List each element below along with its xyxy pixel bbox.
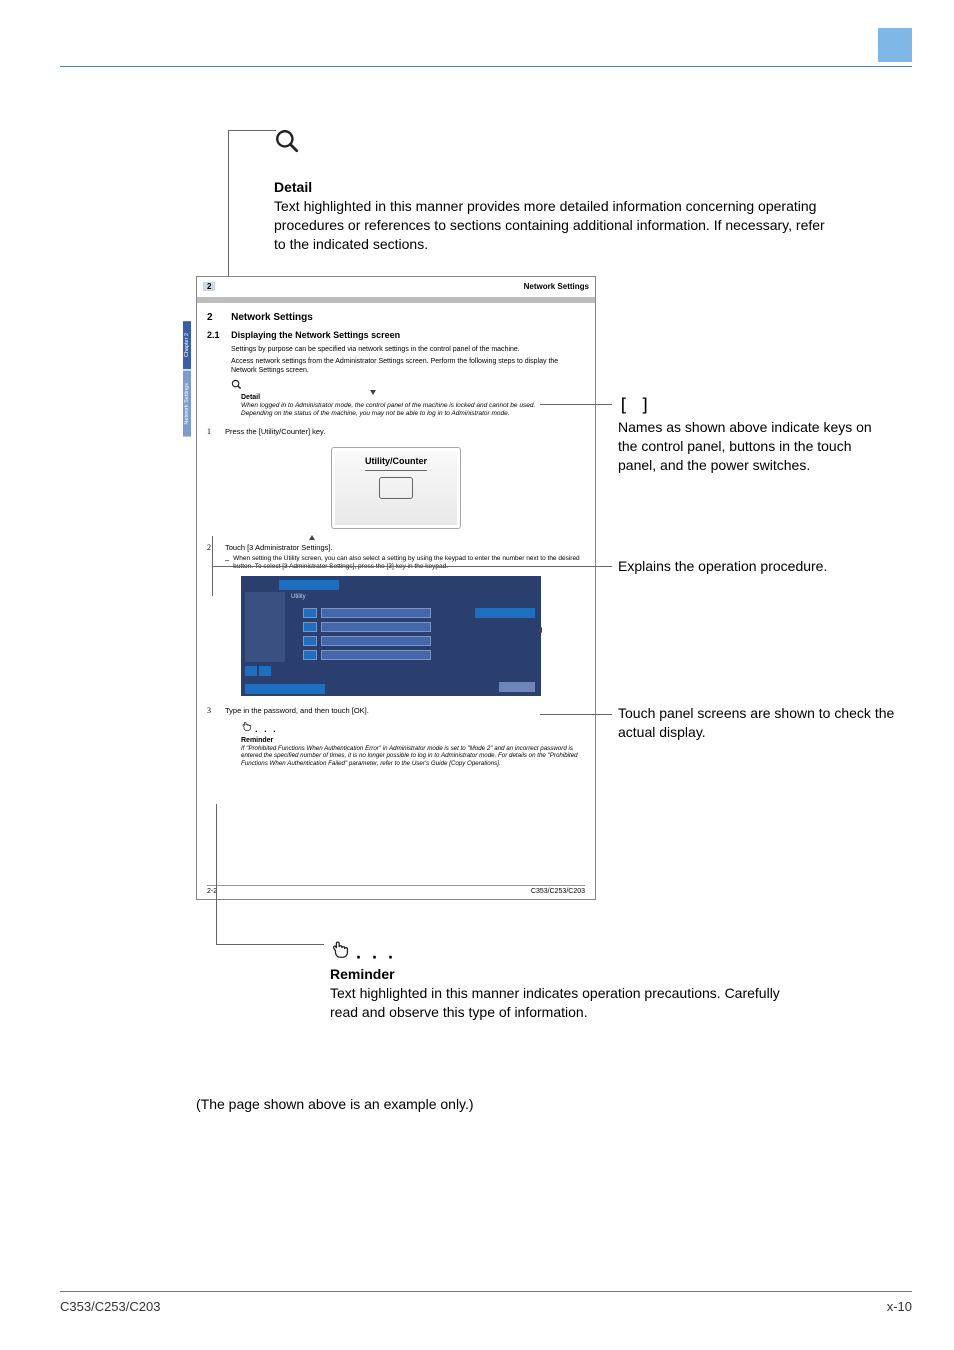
tp-pager (245, 666, 271, 676)
tp-joblist-tab (279, 580, 339, 590)
header-rule (60, 66, 912, 67)
magnifier-icon (274, 128, 300, 159)
magnifier-icon (231, 379, 585, 393)
key-label: Utility/Counter (365, 456, 427, 471)
tp-num-button (303, 636, 317, 646)
connector-line (540, 404, 612, 405)
utility-counter-key: Utility/Counter (331, 447, 461, 529)
reminder-title: Reminder (330, 965, 810, 984)
step-subtext: When setting the Utility screen, you can… (233, 555, 585, 572)
ellipsis-icon: . . . (356, 943, 396, 963)
connector-line (212, 566, 612, 567)
tp-menu-button (321, 650, 431, 660)
tp-banner-button (475, 608, 535, 618)
annotation-keys: [ ] Names as shown above indicate keys o… (618, 394, 888, 475)
footer-page: x-10 (887, 1299, 912, 1314)
tp-utility-label: Utility (291, 594, 306, 602)
key-shape (379, 477, 413, 499)
annotation-text: Names as shown above indicate keys on th… (618, 419, 872, 473)
side-tabs: Chapter 2 Network Settings (183, 321, 196, 439)
page-corner-decoration (878, 28, 912, 62)
step-text-main: Touch [3 Administrator Settings]. (225, 543, 333, 552)
connector-line (216, 804, 217, 944)
hand-icon (241, 725, 255, 734)
annotation-procedure: Explains the operation procedure. (618, 557, 898, 576)
figure-reminder-block: . . . Reminder If "Prohibited Functions … (241, 720, 585, 767)
annotation-touchpanel: Touch panel screens are shown to check t… (618, 704, 898, 742)
footer-model: C353/C253/C203 (60, 1299, 160, 1314)
section-title: Network Settings (231, 312, 313, 323)
section-number: 2 (207, 311, 229, 324)
step-text: Press the [Utility/Counter] key. (225, 427, 585, 437)
tp-datetime (245, 684, 325, 694)
figure-model: C353/C253/C203 (531, 888, 585, 895)
side-tab: Chapter 2 (183, 321, 191, 369)
tp-menu-button (321, 636, 431, 646)
reminder-body: Text highlighted in this manner indicate… (330, 984, 810, 1022)
step-number: 1 (207, 427, 225, 437)
annotation-text: Touch panel screens are shown to check t… (618, 705, 894, 740)
figure-reminder-title: Reminder (241, 736, 585, 745)
figure-header-num: 2 (203, 282, 215, 291)
tp-side-panel (245, 592, 285, 662)
arrow-down-icon (370, 390, 376, 395)
figure-footer: 2-2 C353/C253/C203 (207, 885, 585, 895)
bracket-symbol: [ ] (618, 395, 651, 416)
tp-num-button (303, 650, 317, 660)
step-number: 3 (207, 706, 225, 716)
detail-body: Text highlighted in this manner provides… (274, 197, 834, 254)
subsection-number: 2.1 (207, 330, 229, 342)
tp-num-button (303, 608, 317, 618)
detail-callout: Detail Text highlighted in this manner p… (274, 150, 834, 254)
figure-detail-line: When logged in to Administrator mode, th… (241, 402, 585, 410)
hand-icon (330, 938, 352, 965)
step-text: Type in the password, and then touch [OK… (225, 706, 585, 716)
touch-panel-screenshot: Utility (241, 576, 541, 696)
annotation-text: Explains the operation procedure. (618, 558, 827, 574)
figure-header-title: Network Settings (524, 282, 589, 291)
footer-rule (60, 1291, 912, 1292)
detail-title: Detail (274, 178, 834, 197)
arrow-up-icon (309, 535, 315, 540)
figure-body: 2 Network Settings 2.1 Displaying the Ne… (197, 303, 595, 767)
example-note: (The page shown above is an example only… (196, 1096, 474, 1112)
reminder-callout: . . . Reminder Text highlighted in this … (330, 938, 810, 1022)
step-number: 2 (207, 543, 225, 572)
side-tab: Network Settings (183, 371, 191, 437)
subsection-title: Displaying the Network Settings screen (231, 330, 400, 340)
figure-detail-line: Depending on the status of the machine, … (241, 410, 585, 418)
figure-header: 2 Network Settings (197, 277, 595, 295)
connector-line (540, 714, 612, 715)
figure-detail-label: Detail (241, 393, 585, 402)
figure-paragraph: Access network settings from the Adminis… (231, 357, 585, 375)
tp-menu-button (321, 622, 431, 632)
tp-menu-button (321, 608, 431, 618)
tp-num-button (303, 622, 317, 632)
figure-reminder-body: If "Prohibited Functions When Authentica… (241, 745, 585, 767)
sample-page-figure: Chapter 2 Network Settings 2 Network Set… (196, 276, 596, 900)
step-text: Touch [3 Administrator Settings]. – When… (225, 543, 585, 572)
connector-line (228, 130, 276, 156)
connector-line (216, 944, 324, 945)
document-page: Detail Text highlighted in this manner p… (0, 0, 954, 1350)
tp-close-button (499, 682, 535, 692)
figure-paragraph: Settings by purpose can be specified via… (231, 345, 585, 354)
arrow-left-icon (537, 627, 542, 633)
